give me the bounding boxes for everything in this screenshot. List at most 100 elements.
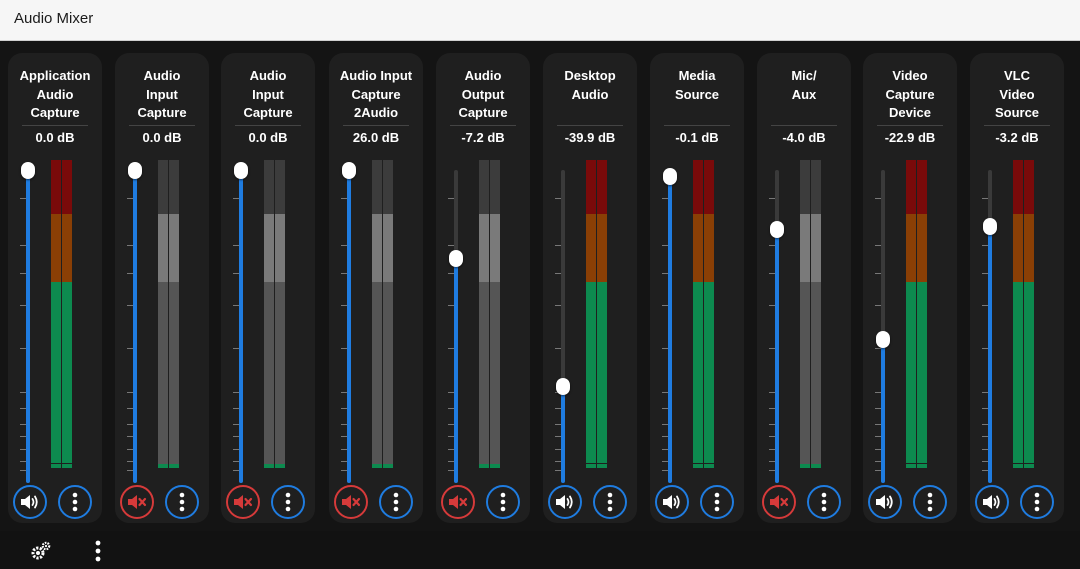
audio-meter-channel [479,160,489,467]
mixer-strip: VLC Video Source -3.2 dB [970,53,1064,523]
meter-peak-indicator [693,464,703,468]
meter-segment [264,160,274,214]
source-name: Mic/ Aux [791,68,817,102]
source-menu-button[interactable] [271,485,305,519]
source-menu-button[interactable] [486,485,520,519]
meter-segment [490,160,500,214]
volume-slider-handle[interactable] [449,249,463,267]
volume-slider[interactable] [663,168,677,483]
source-menu-button[interactable] [807,485,841,519]
volume-slider-handle[interactable] [21,162,35,179]
volume-slider-handle[interactable] [983,218,997,236]
volume-slider-handle[interactable] [663,168,677,186]
meter-peak-indicator [158,464,168,468]
audio-meter-channel [490,160,500,467]
meter-segment [906,160,916,214]
meter-segment [169,282,179,467]
meter-segment [811,282,821,467]
source-menu-button[interactable] [913,485,947,519]
volume-slider-fill [347,170,351,483]
meter-segment [479,214,489,282]
meter-segment [275,160,285,214]
source-menu-button[interactable] [58,485,92,519]
meter-segment [811,214,821,282]
audio-meter-channel [1024,160,1034,467]
mixer-menu-button[interactable] [87,540,109,562]
volume-slider[interactable] [876,170,890,483]
volume-db-label: 0.0 dB [35,130,75,145]
mute-toggle-button[interactable] [441,485,475,519]
volume-slider-handle[interactable] [234,162,248,179]
volume-slider-fill [454,257,458,483]
mute-toggle-button[interactable] [334,485,368,519]
meter-segment [1013,282,1023,463]
volume-slider[interactable] [556,170,570,483]
mute-toggle-button[interactable] [655,485,689,519]
window-title: Audio Mixer [14,10,94,27]
volume-slider-handle[interactable] [876,331,890,349]
speaker-muted-icon [342,495,361,509]
source-menu-button[interactable] [165,485,199,519]
mute-toggle-button[interactable] [120,485,154,519]
meter-segment [597,160,607,214]
meter-segment [693,160,703,214]
audio-meter-channel [62,160,72,467]
mute-toggle-button[interactable] [548,485,582,519]
volume-slider[interactable] [983,170,997,483]
source-name: Audio Input Capture 2Audio [339,68,413,120]
audio-meter-channel [800,160,810,467]
source-menu-button[interactable] [593,485,627,519]
mute-toggle-button[interactable] [868,485,902,519]
source-menu-button[interactable] [379,485,413,519]
meter-segment [1024,214,1034,282]
volume-slider-handle[interactable] [128,162,142,179]
volume-slider[interactable] [770,170,784,483]
meter-segment [372,282,382,467]
volume-slider-handle[interactable] [556,377,570,395]
meter-segment [51,160,61,214]
advanced-audio-properties-button[interactable] [30,540,52,562]
divider [557,125,623,126]
mute-toggle-button[interactable] [226,485,260,519]
volume-slider-handle[interactable] [770,221,784,239]
meter-segment [372,214,382,282]
volume-db-label: 0.0 dB [248,130,288,145]
mixer-strip: Audio Output Capture -7.2 dB [436,53,530,523]
source-name: Audio Input Capture [137,68,187,120]
divider [343,125,409,126]
mute-toggle-button[interactable] [975,485,1009,519]
meter-peak-indicator [372,464,382,468]
meter-segment [800,160,810,214]
meter-segment [917,214,927,282]
mute-toggle-button[interactable] [13,485,47,519]
volume-slider[interactable] [449,170,463,483]
volume-slider[interactable] [234,162,248,483]
meter-segment [372,160,382,214]
speaker-muted-icon [234,495,253,509]
mute-toggle-button[interactable] [762,485,796,519]
source-name: VLC Video Source [994,68,1040,120]
meter-segment [479,282,489,467]
volume-db-label: -3.2 dB [995,130,1039,145]
volume-slider-handle[interactable] [342,162,356,179]
speaker-icon [556,495,573,509]
speaker-icon [21,495,38,509]
volume-slider[interactable] [128,162,142,483]
meter-peak-indicator [264,464,274,468]
meter-segment [275,214,285,282]
audio-meter-channel [383,160,393,467]
mixer-strip: Mic/ Aux -4.0 dB [757,53,851,523]
mixer-panel: Application Audio Capture 0.0 dB Audio Inp… [0,41,1080,531]
volume-slider[interactable] [21,162,35,483]
meter-segment [158,214,168,282]
audio-meter-channel [1013,160,1023,467]
volume-db-label: -22.9 dB [884,130,936,145]
meter-segment [917,160,927,214]
source-menu-button[interactable] [1020,485,1054,519]
volume-slider[interactable] [342,162,356,483]
meter-peak-indicator [811,464,821,468]
source-menu-button[interactable] [700,485,734,519]
audio-meter-channel [597,160,607,467]
divider [235,125,301,126]
meter-segment [51,214,61,282]
